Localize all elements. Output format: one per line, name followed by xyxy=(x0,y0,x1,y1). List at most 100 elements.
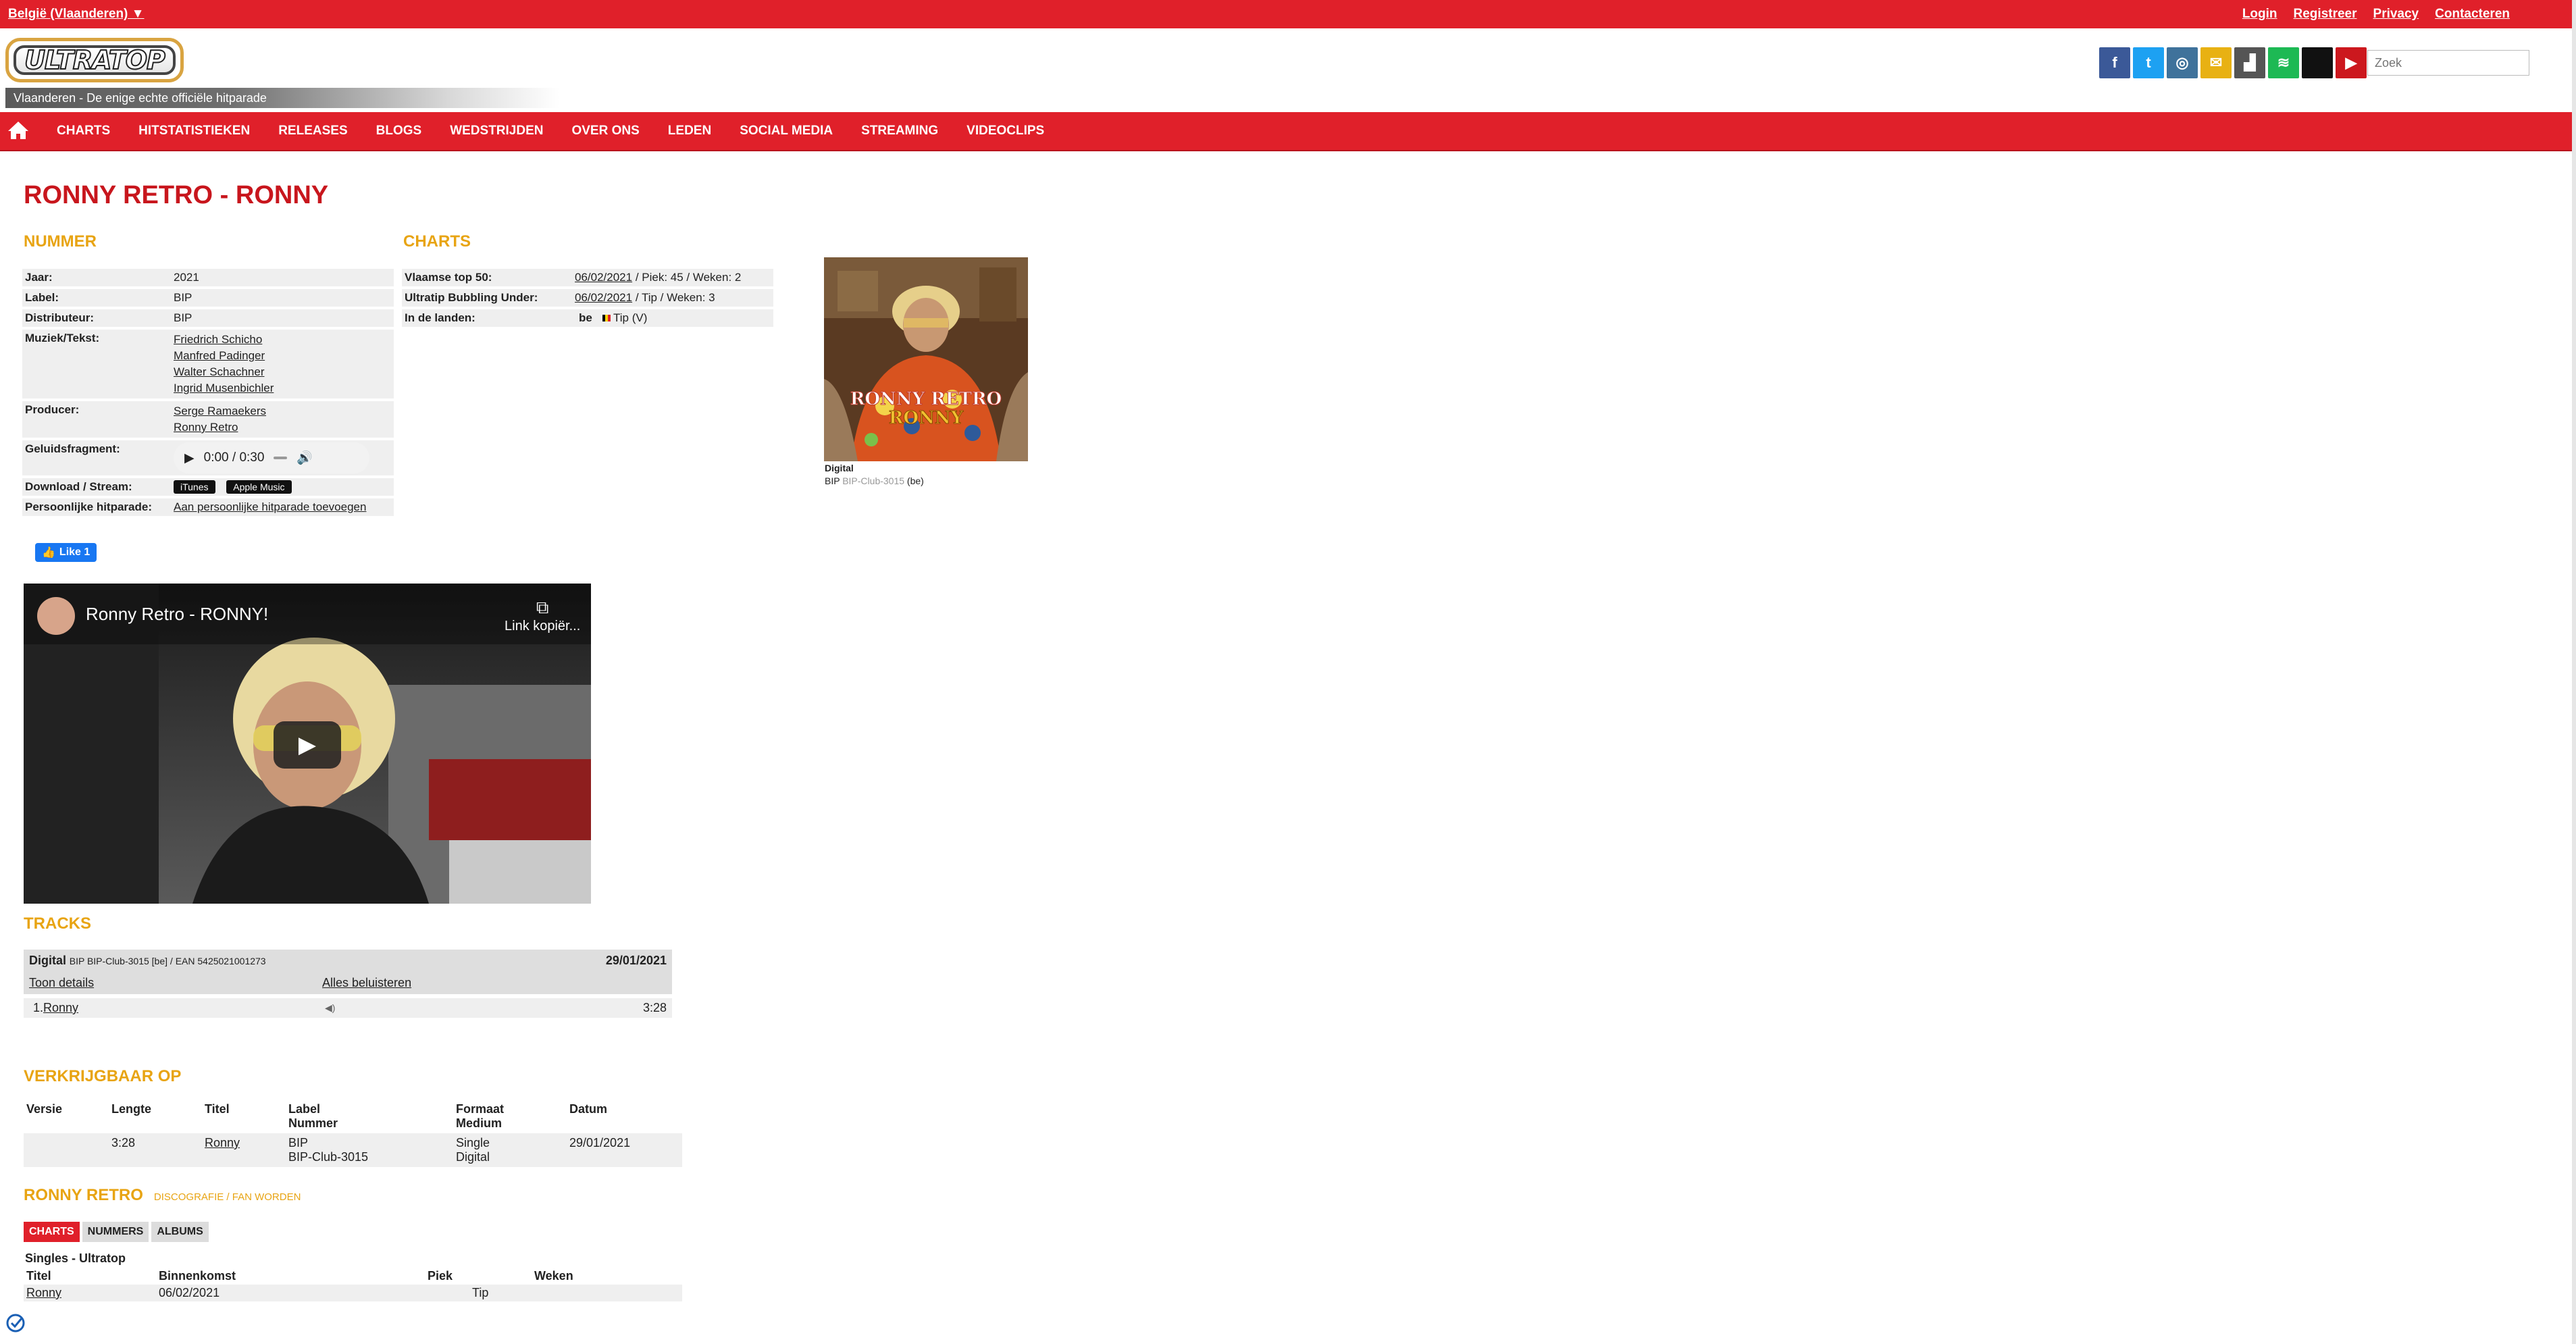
nav-streaming[interactable]: STREAMING xyxy=(861,124,938,138)
cover-catalog: BIP-Club-3015 xyxy=(842,475,905,486)
itunes-button[interactable]: iTunes xyxy=(174,480,215,494)
youtube-icon[interactable]: ▶ xyxy=(2336,47,2367,78)
country-selector[interactable]: België (Vlaanderen) ▼ xyxy=(8,7,144,22)
chart-row-label: Ultratip Bubbling Under: xyxy=(402,289,572,307)
add-personal-chart-link[interactable]: Aan persoonlijke hitparade toevoegen xyxy=(174,500,366,513)
nav-hitstatistieken[interactable]: HITSTATISTIEKEN xyxy=(138,124,250,138)
page-title: RONNY RETRO - RONNY xyxy=(24,181,329,209)
cover-image[interactable]: RONNY RETRO RONNY xyxy=(824,257,1028,461)
chart-row-rest: / Tip / Weken: 3 xyxy=(632,291,715,304)
available-section-title: VERKRIJGBAAR OP xyxy=(24,1067,182,1085)
chart-title-link[interactable]: Ronny xyxy=(26,1286,61,1299)
chart-date-link[interactable]: 06/02/2021 xyxy=(575,271,632,284)
tab-charts[interactable]: CHARTS xyxy=(24,1222,80,1242)
chart-peak: Tip xyxy=(425,1285,532,1301)
play-button[interactable]: ▶ xyxy=(274,721,341,769)
writer-link[interactable]: Walter Schachner xyxy=(174,365,264,378)
spotify-icon[interactable]: ≋ xyxy=(2268,47,2299,78)
copy-link-label: Link kopiër... xyxy=(505,619,581,634)
nav-over-ons[interactable]: OVER ONS xyxy=(571,124,639,138)
cell-number: BIP-Club-3015 xyxy=(288,1150,369,1164)
cookie-consent-icon[interactable] xyxy=(5,1313,26,1333)
nav-charts[interactable]: CHARTS xyxy=(57,124,110,138)
scrollbar[interactable] xyxy=(2572,0,2576,1344)
cover-country: (be) xyxy=(906,475,924,486)
apple-music-button[interactable]: Apple Music xyxy=(226,480,292,494)
chart-entry: 06/02/2021 xyxy=(156,1285,425,1301)
top-bar: België (Vlaanderen) ▼ Login Registreer P… xyxy=(0,0,2576,28)
tracks-table: Digital BIP BIP-Club-3015 [be] / EAN 542… xyxy=(24,950,672,1018)
writer-link[interactable]: Ingrid Musenbichler xyxy=(174,382,274,394)
producer-link[interactable]: Ronny Retro xyxy=(174,421,238,434)
listen-all-link[interactable]: Alles beluisteren xyxy=(322,976,411,990)
producer-link[interactable]: Serge Ramaekers xyxy=(174,405,266,417)
nav-videoclips[interactable]: VIDEOCLIPS xyxy=(967,124,1044,138)
country-code: be xyxy=(579,311,592,324)
charts-section-title: CHARTS xyxy=(403,232,471,251)
col-format-medium: Formaat Medium xyxy=(456,1102,505,1130)
table-row: Ronny 06/02/2021 Tip xyxy=(24,1285,682,1301)
video-title[interactable]: Ronny Retro - RONNY! xyxy=(86,604,268,625)
chart-date-link[interactable]: 06/02/2021 xyxy=(575,291,632,304)
home-icon[interactable] xyxy=(7,120,30,140)
producer-label: Producer: xyxy=(22,401,171,438)
writer-link[interactable]: Friedrich Schicho xyxy=(174,333,262,346)
nav-blogs[interactable]: BLOGS xyxy=(376,124,422,138)
release-meta: BIP BIP-Club-3015 [be] / EAN 54250210012… xyxy=(69,956,266,966)
login-link[interactable]: Login xyxy=(2242,7,2277,22)
tagline: Vlaanderen - De enige echte officiële hi… xyxy=(5,88,559,108)
sound-label: Geluidsfragment: xyxy=(22,440,171,475)
facebook-like-button[interactable]: 👍 Like 1 xyxy=(35,543,97,562)
site-logo[interactable]: ULTRATOP xyxy=(5,38,184,82)
audio-player[interactable]: ▶ 0:00 / 0:30 🔊 xyxy=(174,442,369,473)
producers-list: Serge Ramaekers Ronny Retro xyxy=(171,401,394,438)
artist-name: RONNY RETRO xyxy=(24,1186,143,1204)
cover-text-artist: RONNY RETRO xyxy=(850,389,1002,409)
tracks-section-title: TRACKS xyxy=(24,914,91,933)
nav-leden[interactable]: LEDEN xyxy=(668,124,711,138)
nav-social-media[interactable]: SOCIAL MEDIA xyxy=(740,124,833,138)
video-embed[interactable]: Ronny Retro - RONNY! ⧉ Link kopiër... ▶ xyxy=(24,584,591,904)
facebook-icon[interactable]: f xyxy=(2099,47,2130,78)
instagram-icon[interactable]: ◎ xyxy=(2167,47,2198,78)
chart-row-value: 06/02/2021 / Piek: 45 / Weken: 2 xyxy=(572,269,773,286)
twitter-icon[interactable]: t xyxy=(2133,47,2164,78)
nav-wedstrijden[interactable]: WEDSTRIJDEN xyxy=(450,124,543,138)
search-input[interactable] xyxy=(2367,50,2529,76)
apple-music-icon[interactable] xyxy=(2302,47,2333,78)
cell-label: BIP xyxy=(288,1136,309,1149)
track-number: 1. xyxy=(33,1001,44,1014)
mail-icon[interactable]: ✉ xyxy=(2200,47,2232,78)
volume-icon[interactable]: 🔊 xyxy=(297,450,313,466)
tab-albums[interactable]: ALBUMS xyxy=(151,1222,209,1242)
writer-link[interactable]: Manfred Padinger xyxy=(174,349,265,362)
year-value: 2021 xyxy=(171,269,394,286)
listen-icon[interactable]: ◀) xyxy=(325,1002,643,1014)
play-icon[interactable]: ▶ xyxy=(184,450,195,466)
cell-medium: Digital xyxy=(456,1150,490,1164)
cell-title-link[interactable]: Ronny xyxy=(205,1136,240,1149)
artist-tabs: CHARTS NUMMERS ALBUMS xyxy=(24,1222,211,1242)
chart-row-label: Vlaamse top 50: xyxy=(402,269,572,286)
col-title: Titel xyxy=(205,1102,230,1116)
show-details-link[interactable]: Toon details xyxy=(29,976,322,990)
discography-link[interactable]: DISCOGRAFIE / FAN WORDEN xyxy=(154,1191,301,1203)
nav-releases[interactable]: RELEASES xyxy=(278,124,347,138)
writers-label: Muziek/Tekst: xyxy=(22,330,171,398)
cell-format: Single xyxy=(456,1136,490,1149)
col-label-number: Label Nummer xyxy=(288,1102,338,1130)
progress-bar[interactable] xyxy=(274,457,288,459)
track-title-link[interactable]: Ronny xyxy=(43,1001,78,1014)
copy-link-button[interactable]: ⧉ Link kopiër... xyxy=(505,597,580,634)
tab-nummers[interactable]: NUMMERS xyxy=(82,1222,149,1242)
distributor-label: Distributeur: xyxy=(22,309,171,327)
col-peak: Piek xyxy=(428,1269,453,1283)
download-label: Download / Stream: xyxy=(22,478,171,496)
register-link[interactable]: Registreer xyxy=(2294,7,2357,22)
stats-icon[interactable]: ▟ xyxy=(2234,47,2265,78)
col-title: Titel xyxy=(26,1269,51,1283)
col-length: Lengte xyxy=(111,1102,152,1116)
privacy-link[interactable]: Privacy xyxy=(2373,7,2419,22)
contact-link[interactable]: Contacteren xyxy=(2435,7,2510,22)
social-icons: f t ◎ ✉ ▟ ≋ ▶ xyxy=(2099,47,2367,78)
